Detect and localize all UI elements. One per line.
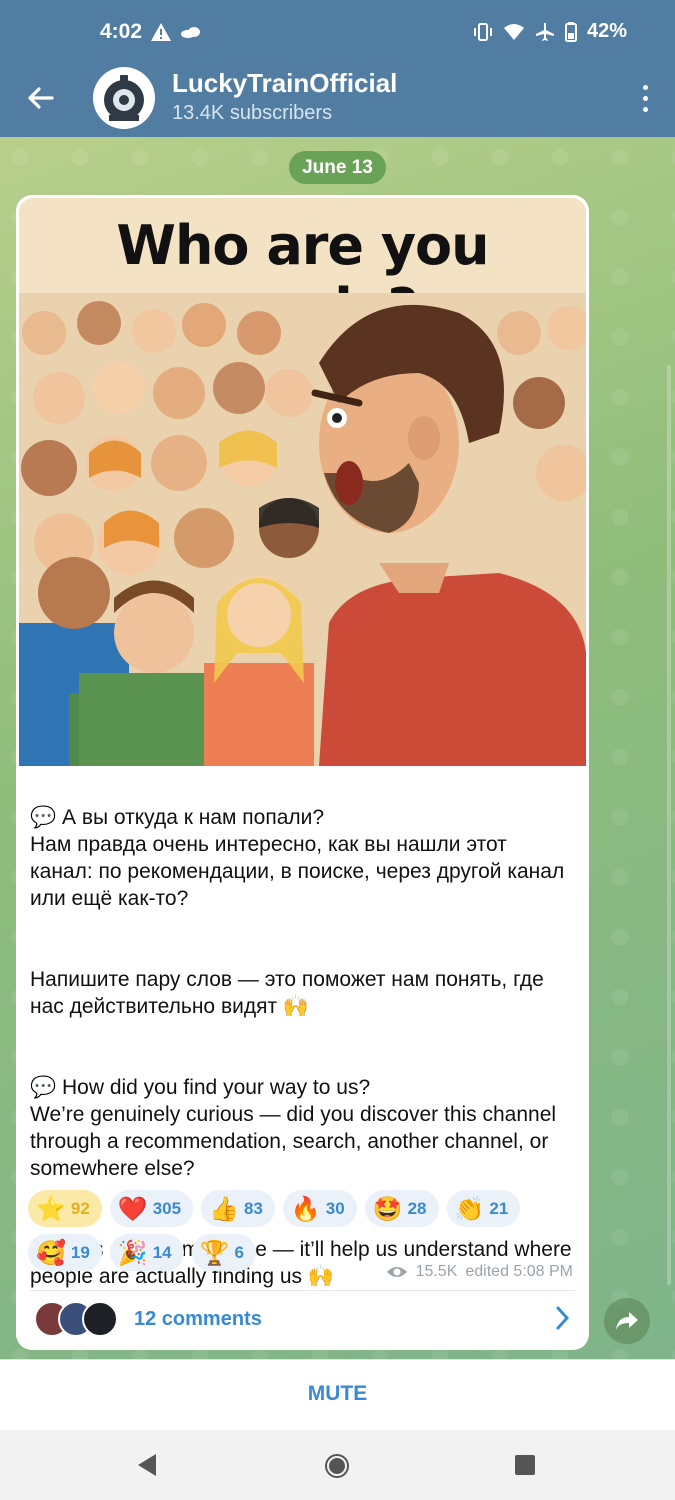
warning-icon — [151, 23, 171, 41]
heart-icon: ❤️ — [117, 1194, 148, 1223]
post-paragraph: 💬 А вы откуда к нам попали? Нам правда о… — [30, 806, 565, 910]
eye-icon — [386, 1267, 407, 1277]
menu-dot — [642, 96, 648, 101]
post-paragraph: Напишите пару слов — это поможет нам пон… — [30, 968, 544, 1018]
back-button[interactable] — [22, 80, 58, 116]
battery-percent: 42% — [586, 20, 627, 42]
party-popper-icon: 🎉 — [117, 1238, 148, 1267]
nav-back-icon[interactable] — [134, 1452, 160, 1478]
reaction-thumbs-up[interactable]: 👍 83 — [201, 1190, 275, 1227]
system-nav-bar — [0, 1430, 675, 1500]
avatar — [82, 1301, 118, 1337]
reaction-fire[interactable]: 🔥 30 — [282, 1190, 357, 1227]
status-indicators: 42% — [473, 20, 627, 43]
cloud-icon — [181, 27, 200, 38]
more-menu-button[interactable] — [637, 82, 653, 114]
status-bar: 4:02 42% — [0, 0, 675, 68]
reaction-count: 92 — [70, 1198, 90, 1218]
thumbs-up-icon: 👍 — [209, 1194, 239, 1223]
channel-title[interactable]: LuckyTrainOfficial — [172, 68, 397, 99]
reaction-count: 83 — [243, 1198, 263, 1218]
reaction-star-struck[interactable]: 🤩 28 — [364, 1190, 439, 1227]
comments-label: 12 comments — [134, 1308, 262, 1330]
reaction-count: 19 — [70, 1242, 90, 1262]
scrollbar[interactable] — [667, 365, 671, 1285]
nav-home-icon[interactable] — [323, 1452, 351, 1480]
star-struck-icon: 🤩 — [372, 1194, 403, 1223]
trophy-icon: 🏆 — [199, 1238, 230, 1267]
status-time: 4:02 — [100, 20, 143, 43]
menu-dot — [642, 107, 648, 112]
app-header: 4:02 42% LuckyTrainOfficial 13.4K subscr… — [0, 0, 675, 137]
view-count: 15.5K — [415, 1263, 458, 1280]
subscriber-count: 13.4K subscribers — [172, 102, 333, 124]
menu-dot — [642, 85, 648, 90]
airplane-icon — [535, 22, 554, 41]
battery-icon — [564, 21, 577, 42]
forward-button[interactable] — [604, 1298, 650, 1344]
reaction-smiling-hearts[interactable]: 🥰 19 — [28, 1234, 102, 1271]
channel-avatar[interactable] — [93, 67, 155, 129]
arrow-left-icon — [28, 87, 54, 109]
share-arrow-icon — [616, 1312, 638, 1330]
reaction-count: 305 — [152, 1198, 182, 1218]
edited-time: edited 5:08 PM — [465, 1263, 573, 1280]
reaction-count: 28 — [407, 1198, 427, 1218]
comments-button[interactable]: 12 comments — [16, 1291, 589, 1349]
reaction-count: 14 — [152, 1242, 172, 1262]
reactions-row: ⭐ 92 ❤️ 305 👍 83 🔥 30 🤩 28 👏 21 — [28, 1190, 578, 1227]
chevron-right-icon — [556, 1306, 570, 1330]
reaction-party[interactable]: 🎉 14 — [109, 1234, 184, 1271]
reaction-count: 21 — [489, 1198, 509, 1218]
vibrate-icon — [473, 22, 492, 41]
reaction-clap[interactable]: 👏 21 — [446, 1190, 521, 1227]
reaction-heart[interactable]: ❤️ 305 — [109, 1190, 194, 1227]
wifi-icon — [503, 23, 524, 40]
message-meta: 15.5K edited 5:08 PM — [386, 1263, 573, 1281]
crowd-illustration — [19, 293, 586, 766]
reaction-star[interactable]: ⭐ 92 — [28, 1190, 102, 1227]
post-paragraph: 💬 How did you find your way to us? We’re… — [30, 1076, 557, 1180]
clap-icon: 👏 — [454, 1194, 485, 1223]
star-icon: ⭐ — [36, 1194, 66, 1223]
reaction-trophy[interactable]: 🏆 6 — [191, 1234, 256, 1271]
date-separator: June 13 — [289, 151, 386, 184]
train-logo-icon — [94, 68, 154, 128]
nav-recents-icon[interactable] — [514, 1454, 536, 1476]
mute-button[interactable]: MUTE — [0, 1359, 675, 1430]
smiling-hearts-icon: 🥰 — [36, 1238, 66, 1267]
message-bubble[interactable]: Who are you people? — [16, 195, 589, 1350]
reaction-count: 30 — [325, 1198, 345, 1218]
commenter-avatars — [34, 1301, 124, 1337]
fire-icon: 🔥 — [290, 1194, 321, 1223]
post-image[interactable]: Who are you people? — [19, 198, 586, 766]
reaction-count: 6 — [234, 1242, 244, 1262]
